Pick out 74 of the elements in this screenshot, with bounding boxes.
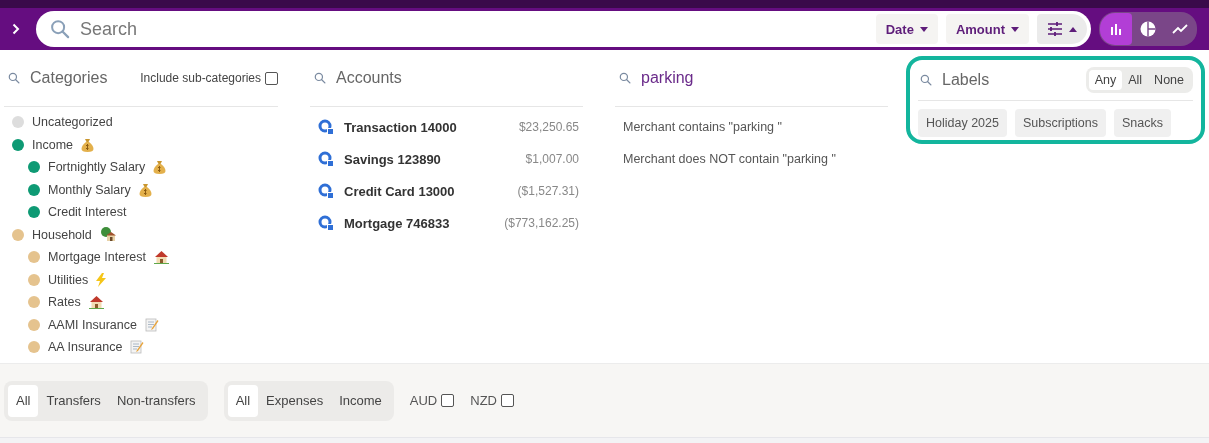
- checkbox-label: Include sub-categories: [140, 71, 261, 85]
- category-item[interactable]: Rates: [48, 295, 81, 310]
- match-option[interactable]: None: [1148, 70, 1190, 90]
- account-name[interactable]: Transaction 14000: [344, 119, 457, 135]
- sliders-icon: [1047, 22, 1063, 36]
- memo-icon: [144, 317, 159, 332]
- currency-label: NZD: [470, 393, 497, 408]
- label-chip[interactable]: Holiday 2025: [918, 109, 1007, 137]
- category-item[interactable]: Credit Interest: [48, 205, 127, 220]
- search-icon: [8, 72, 20, 84]
- filter-option[interactable]: All: [227, 384, 259, 417]
- category-item[interactable]: Mortgage Interest: [48, 250, 146, 265]
- bank-logo-icon: [318, 119, 334, 135]
- search-icon: [619, 72, 631, 84]
- match-option[interactable]: Any: [1088, 70, 1123, 90]
- filter-option[interactable]: Non-transfers: [108, 384, 204, 417]
- bank-logo-icon: [318, 183, 334, 199]
- caret-icon: [919, 26, 928, 32]
- currency-checkbox[interactable]: [501, 394, 514, 407]
- search-field[interactable]: Search Date Amount: [36, 11, 1091, 47]
- caret-icon: [1011, 26, 1019, 32]
- account-balance: $23,250.65: [518, 120, 579, 134]
- category-item[interactable]: Monthly Salary: [48, 182, 131, 197]
- caret-icon: [1069, 26, 1077, 32]
- merchant-query[interactable]: parking: [641, 69, 694, 87]
- category-item[interactable]: Fortnightly Salary: [48, 160, 146, 175]
- merchant-suggestion[interactable]: Merchant contains "parking ": [615, 111, 888, 143]
- memo-icon: [130, 340, 145, 355]
- currency-checkbox[interactable]: [441, 394, 455, 407]
- filters-button[interactable]: [1037, 14, 1087, 44]
- money-bag-icon: [138, 182, 152, 197]
- account-balance: $1,007.00: [525, 152, 579, 166]
- filter-option[interactable]: All: [8, 384, 39, 417]
- search-icon: [920, 74, 932, 86]
- category-item[interactable]: AAMI Insurance: [48, 317, 137, 332]
- filter-option[interactable]: Income: [331, 384, 390, 417]
- sort-dropdown[interactable]: Date: [875, 14, 938, 44]
- bank-logo-icon: [318, 151, 334, 167]
- pie-chart-icon: [1140, 21, 1156, 37]
- account-name[interactable]: Credit Card 13000: [344, 183, 455, 199]
- sort-dropdown[interactable]: Amount: [945, 14, 1029, 44]
- categories-title: Categories: [30, 69, 108, 87]
- filter-option[interactable]: Expenses: [258, 384, 332, 417]
- label-chip[interactable]: Snacks: [1114, 109, 1171, 137]
- merchant-suggestion[interactable]: Merchant does NOT contain "parking ": [615, 143, 888, 175]
- checkbox[interactable]: [265, 71, 278, 85]
- currency-label: AUD: [409, 393, 438, 408]
- chevron-icon: [12, 23, 20, 35]
- match-option[interactable]: All: [1122, 70, 1149, 90]
- category-item[interactable]: Income: [32, 137, 73, 152]
- money-bag-icon: [81, 137, 94, 152]
- lightning-icon: [96, 272, 107, 287]
- account-name[interactable]: Mortgage 746833: [344, 215, 450, 231]
- filter-option[interactable]: Transfers: [38, 384, 109, 417]
- search-icon: [50, 19, 70, 39]
- labels-title: Labels: [942, 71, 990, 89]
- account-balance: ($1,527.31): [517, 184, 579, 198]
- bar-chart-icon: [1110, 23, 1122, 35]
- label-chip[interactable]: Subscriptions: [1014, 109, 1106, 137]
- money-bag-icon: [153, 160, 167, 175]
- house-icon: [153, 250, 169, 265]
- accounts-title: Accounts: [336, 69, 402, 87]
- category-item[interactable]: AA Insurance: [48, 340, 123, 355]
- line-chart-icon: [1172, 23, 1188, 35]
- category-item[interactable]: Uncategorized: [32, 115, 113, 130]
- bank-logo-icon: [318, 215, 334, 231]
- search-icon: [314, 72, 326, 84]
- tree-house-icon: [99, 227, 116, 243]
- chart-type-button[interactable]: [1100, 13, 1132, 45]
- category-item[interactable]: Utilities: [48, 272, 89, 287]
- house-icon: [88, 295, 104, 310]
- category-item[interactable]: Household: [32, 227, 92, 242]
- account-name[interactable]: Savings 123890: [344, 151, 441, 167]
- account-balance: ($773,162.25): [504, 216, 579, 230]
